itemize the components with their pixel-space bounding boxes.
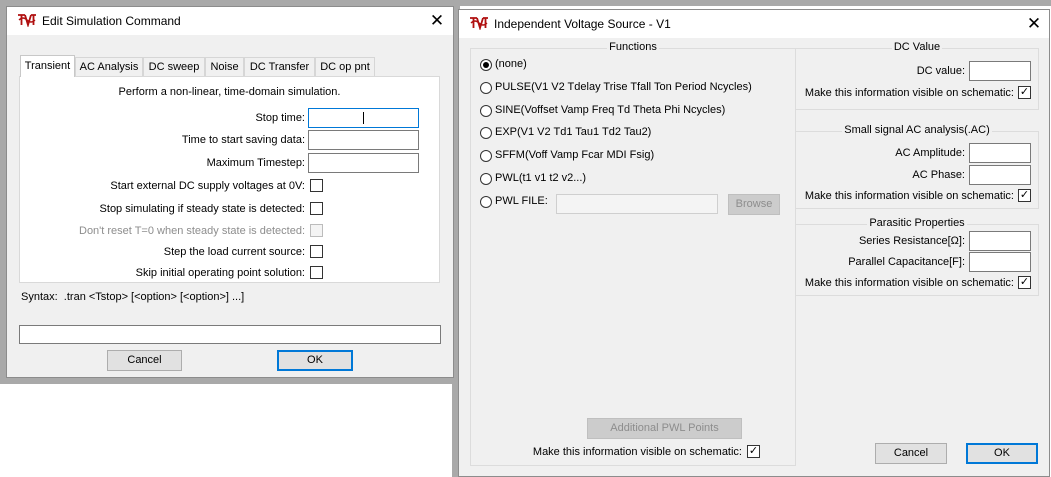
function-pwl-label[interactable]: PWL(t1 v1 t2 v2...) xyxy=(495,172,586,184)
ok-button[interactable]: OK xyxy=(966,443,1038,464)
browse-button: Browse xyxy=(728,194,780,215)
parallel-capacitance-label: Parallel Capacitance[F]: xyxy=(848,256,965,268)
small-signal-group-title: Small signal AC analysis(.AC) xyxy=(796,124,1038,136)
parasitic-visible-checkbox[interactable]: ✓ xyxy=(1018,276,1031,289)
dialog-titlebar: Edit Simulation Command ✕ xyxy=(7,7,453,35)
function-sffm-radio[interactable] xyxy=(480,150,492,162)
cancel-button[interactable]: Cancel xyxy=(875,443,947,464)
series-resistance-input[interactable] xyxy=(969,231,1031,251)
ac-phase-input[interactable] xyxy=(969,165,1031,185)
function-sine-radio[interactable] xyxy=(480,105,492,117)
dialog-title: Edit Simulation Command xyxy=(42,14,181,28)
start-external-dc-label: Start external DC supply voltages at 0V: xyxy=(110,180,305,192)
transient-description: Perform a non-linear, time-domain simula… xyxy=(118,86,341,98)
step-load-current-label: Step the load current source: xyxy=(163,246,305,258)
series-resistance-label: Series Resistance[Ω]: xyxy=(858,235,965,247)
dc-value-group-title: DC Value xyxy=(796,41,1038,53)
skip-op-point-label: Skip initial operating point solution: xyxy=(135,267,305,279)
dont-reset-label: Don't reset T=0 when steady state is det… xyxy=(79,225,305,237)
function-exp-radio[interactable] xyxy=(480,127,492,139)
functions-visible-label: Make this information visible on schemat… xyxy=(532,446,742,458)
text-cursor xyxy=(363,112,364,124)
tab-ac-analysis[interactable]: AC Analysis xyxy=(75,57,143,76)
function-none-label[interactable]: (none) xyxy=(495,58,527,70)
stop-time-label: Stop time: xyxy=(255,112,305,124)
function-sine-label[interactable]: SINE(Voffset Vamp Freq Td Theta Phi Ncyc… xyxy=(495,104,725,116)
pwl-file-input xyxy=(556,194,718,214)
dc-value-label: DC value: xyxy=(916,65,965,77)
start-external-dc-checkbox[interactable] xyxy=(310,179,323,192)
cancel-button[interactable]: Cancel xyxy=(107,350,182,371)
additional-pwl-points-button: Additional PWL Points xyxy=(587,418,742,439)
functions-group-title: Functions xyxy=(471,41,795,53)
skip-op-point-checkbox[interactable] xyxy=(310,266,323,279)
functions-visible-checkbox[interactable]: ✓ xyxy=(747,445,760,458)
ac-visible-checkbox[interactable]: ✓ xyxy=(1018,189,1031,202)
edit-simulation-command-dialog: Edit Simulation Command ✕ Transient AC A… xyxy=(6,6,454,378)
function-pulse-label[interactable]: PULSE(V1 V2 Tdelay Trise Tfall Ton Perio… xyxy=(495,81,752,93)
function-pwl-radio[interactable] xyxy=(480,173,492,185)
stop-time-input[interactable] xyxy=(308,108,419,128)
ac-amplitude-label: AC Amplitude: xyxy=(895,147,965,159)
function-pwl-file-radio[interactable] xyxy=(480,196,492,208)
ok-button[interactable]: OK xyxy=(277,350,353,371)
function-sffm-label[interactable]: SFFM(Voff Vamp Fcar MDI Fsig) xyxy=(495,149,654,161)
dc-visible-label: Make this information visible on schemat… xyxy=(804,87,1014,99)
tab-dc-transfer[interactable]: DC Transfer xyxy=(244,57,315,76)
command-text-input[interactable] xyxy=(19,325,441,344)
ac-amplitude-input[interactable] xyxy=(969,143,1031,163)
start-saving-data-label: Time to start saving data: xyxy=(181,134,305,146)
function-pulse-radio[interactable] xyxy=(480,82,492,94)
radio-selected-dot xyxy=(483,62,489,68)
tab-dc-op-pnt[interactable]: DC op pnt xyxy=(315,57,375,76)
dc-visible-checkbox[interactable]: ✓ xyxy=(1018,86,1031,99)
function-exp-label[interactable]: EXP(V1 V2 Td1 Tau1 Td2 Tau2) xyxy=(495,126,651,138)
ac-visible-label: Make this information visible on schemat… xyxy=(804,190,1014,202)
parasitic-title: Parasitic Properties xyxy=(867,217,967,229)
close-icon[interactable]: ✕ xyxy=(426,10,448,32)
stop-steady-state-label: Stop simulating if steady state is detec… xyxy=(99,203,305,215)
dialog-titlebar: Independent Voltage Source - V1 ✕ xyxy=(459,10,1049,38)
stop-steady-state-checkbox[interactable] xyxy=(310,202,323,215)
function-none-radio[interactable] xyxy=(480,59,492,71)
function-pwl-file-label[interactable]: PWL FILE: xyxy=(495,195,548,207)
ltspice-app-icon xyxy=(18,14,36,27)
dc-value-input[interactable] xyxy=(969,61,1031,81)
syntax-text: Syntax: .tran <Tstop> [<option> [<option… xyxy=(21,291,245,303)
dc-value-title: DC Value xyxy=(891,41,943,53)
maximum-timestep-label: Maximum Timestep: xyxy=(206,157,305,169)
parallel-capacitance-input[interactable] xyxy=(969,252,1031,272)
dialog-title: Independent Voltage Source - V1 xyxy=(494,17,671,31)
tab-noise[interactable]: Noise xyxy=(205,57,244,76)
transient-tab-panel: Perform a non-linear, time-domain simula… xyxy=(19,76,440,283)
tab-dc-sweep[interactable]: DC sweep xyxy=(143,57,205,76)
step-load-current-checkbox[interactable] xyxy=(310,245,323,258)
dont-reset-checkbox xyxy=(310,224,323,237)
close-icon[interactable]: ✕ xyxy=(1023,13,1045,35)
tab-transient[interactable]: Transient xyxy=(20,55,75,77)
parasitic-visible-label: Make this information visible on schemat… xyxy=(804,277,1014,289)
ltspice-app-icon xyxy=(470,17,488,30)
small-signal-title: Small signal AC analysis(.AC) xyxy=(842,124,992,136)
independent-voltage-source-dialog: Independent Voltage Source - V1 ✕ Functi… xyxy=(458,9,1050,477)
functions-title: Functions xyxy=(607,41,659,53)
maximum-timestep-input[interactable] xyxy=(308,153,419,173)
start-saving-data-input[interactable] xyxy=(308,130,419,150)
ac-phase-label: AC Phase: xyxy=(912,169,965,181)
parasitic-group-title: Parasitic Properties xyxy=(796,217,1038,229)
